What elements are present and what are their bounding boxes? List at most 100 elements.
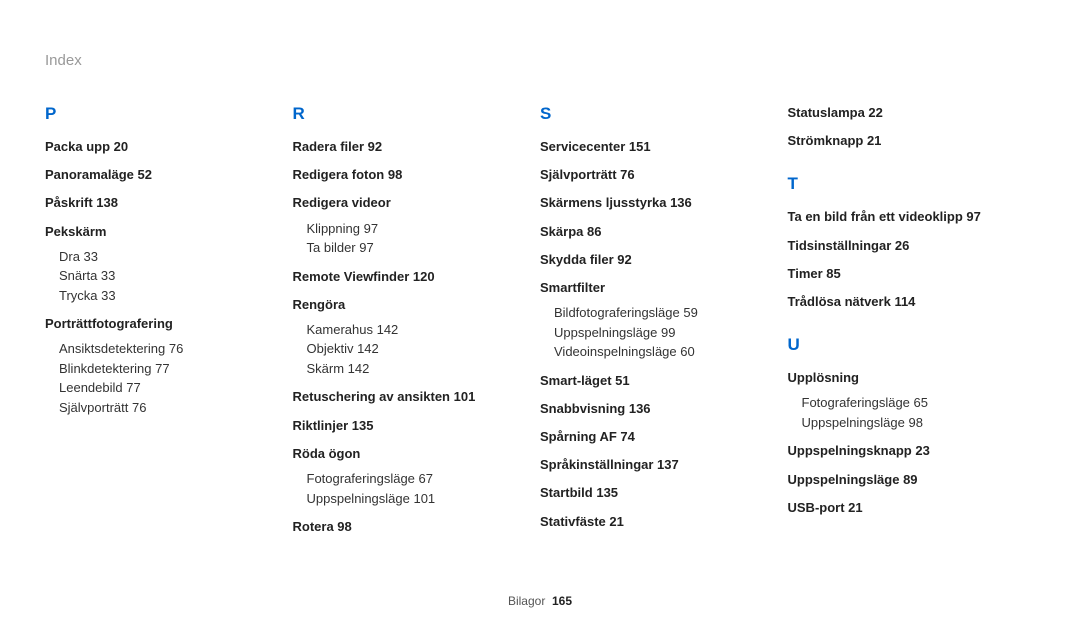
index-entry[interactable]: Rotera 98 [293, 518, 521, 536]
index-entry[interactable]: Smartfilter [540, 279, 768, 297]
index-entry-group: Radera filer 92 [293, 138, 521, 156]
footer-label: Bilagor [508, 594, 545, 608]
index-entry[interactable]: Servicecenter 151 [540, 138, 768, 156]
section-letter: P [45, 104, 273, 124]
index-entry-group: Rengöra Kamerahus 142Objektiv 142Skärm 14… [293, 296, 521, 379]
index-subentry[interactable]: Trycka 33 [59, 286, 273, 306]
index-entry[interactable]: Stativfäste 21 [540, 513, 768, 531]
index-entry[interactable]: Skärmens ljusstyrka 136 [540, 194, 768, 212]
index-entry-group: Uppspelningsknapp 23 [788, 442, 1016, 460]
column-2: R Radera filer 92 Redigera foton 98 Rediger… [293, 104, 541, 546]
index-subentry[interactable]: Klippning 97 [307, 219, 521, 239]
index-entry-group: Ta en bild från ett videoklipp 97 [788, 208, 1016, 226]
index-entry[interactable]: Timer 85 [788, 265, 1016, 283]
index-entry-group: Redigera foton 98 [293, 166, 521, 184]
page-title: Index [45, 52, 82, 69]
index-subentry[interactable]: Fotograferingsläge 65 [802, 393, 1016, 413]
index-entry[interactable]: Trådlösa nätverk 114 [788, 293, 1016, 311]
index-subentry[interactable]: Snärta 33 [59, 266, 273, 286]
index-subentry[interactable]: Uppspelningsläge 99 [554, 323, 768, 343]
index-entry-group: Skärpa 86 [540, 223, 768, 241]
index-entry-group: Självporträtt 76 [540, 166, 768, 184]
index-entry[interactable]: Språkinställningar 137 [540, 456, 768, 474]
index-entry-group: Packa upp 20 [45, 138, 273, 156]
index-entry[interactable]: Remote Viewfinder 120 [293, 268, 521, 286]
index-entry[interactable]: USB-port 21 [788, 499, 1016, 517]
index-entry-group: Skydda filer 92 [540, 251, 768, 269]
index-entry[interactable]: Skärpa 86 [540, 223, 768, 241]
index-entry[interactable]: Redigera videor [293, 194, 521, 212]
index-entry-group: Panoramaläge 52 [45, 166, 273, 184]
index-entry[interactable]: Uppspelningsläge 89 [788, 471, 1016, 489]
index-subentry[interactable]: Ta bilder 97 [307, 238, 521, 258]
index-subentry[interactable]: Kamerahus 142 [307, 320, 521, 340]
index-entry-group: Statuslampa 22 [788, 104, 1016, 122]
index-entry-group: Spårning AF 74 [540, 428, 768, 446]
index-subentry[interactable]: Skärm 142 [307, 359, 521, 379]
index-entry-group: Stativfäste 21 [540, 513, 768, 531]
index-entry-group: Tidsinställningar 26 [788, 237, 1016, 255]
index-entry[interactable]: Riktlinjer 135 [293, 417, 521, 435]
index-columns: P Packa upp 20 Panoramaläge 52 Påskrift 138… [45, 104, 1035, 546]
column-4: Statuslampa 22 Strömknapp 21 T Ta en bild f… [788, 104, 1036, 546]
section-letter: S [540, 104, 768, 124]
index-entry-group: Snabbvisning 136 [540, 400, 768, 418]
index-entry[interactable]: Strömknapp 21 [788, 132, 1016, 150]
index-entry[interactable]: Rengöra [293, 296, 521, 314]
index-entry-group: Redigera videor Klippning 97Ta bilder 97 [293, 194, 521, 257]
index-entry-group: Trådlösa nätverk 114 [788, 293, 1016, 311]
section-letter: R [293, 104, 521, 124]
index-subentry[interactable]: Objektiv 142 [307, 339, 521, 359]
index-entry[interactable]: Röda ögon [293, 445, 521, 463]
index-entry-group: Röda ögon Fotograferingsläge 67Uppspelnin… [293, 445, 521, 508]
index-entry-group: Startbild 135 [540, 484, 768, 502]
section-letter: U [788, 335, 1016, 355]
index-subentry[interactable]: Ansiktsdetektering 76 [59, 339, 273, 359]
index-subentry[interactable]: Blinkdetektering 77 [59, 359, 273, 379]
index-entry-group: Riktlinjer 135 [293, 417, 521, 435]
index-entry[interactable]: Smart-läget 51 [540, 372, 768, 390]
index-entry[interactable]: Skydda filer 92 [540, 251, 768, 269]
index-subentry[interactable]: Fotograferingsläge 67 [307, 469, 521, 489]
index-entry-group: Rotera 98 [293, 518, 521, 536]
index-entry[interactable]: Självporträtt 76 [540, 166, 768, 184]
index-entry[interactable]: Ta en bild från ett videoklipp 97 [788, 208, 1016, 226]
index-entry[interactable]: Startbild 135 [540, 484, 768, 502]
index-entry[interactable]: Uppspelningsknapp 23 [788, 442, 1016, 460]
index-entry-group: Servicecenter 151 [540, 138, 768, 156]
index-subentry[interactable]: Uppspelningsläge 101 [307, 489, 521, 509]
index-entry[interactable]: Påskrift 138 [45, 194, 273, 212]
index-entry[interactable]: Panoramaläge 52 [45, 166, 273, 184]
index-entry-group: Smart-läget 51 [540, 372, 768, 390]
index-entry-group: Porträttfotografering Ansiktsdetektering … [45, 315, 273, 417]
index-entry-group: Timer 85 [788, 265, 1016, 283]
column-1: P Packa upp 20 Panoramaläge 52 Påskrift 138… [45, 104, 293, 546]
index-entry-group: Remote Viewfinder 120 [293, 268, 521, 286]
index-entry[interactable]: Spårning AF 74 [540, 428, 768, 446]
index-entry-group: Påskrift 138 [45, 194, 273, 212]
index-subentry[interactable]: Bildfotograferingsläge 59 [554, 303, 768, 323]
index-entry-group: Upplösning Fotograferingsläge 65Uppspelni… [788, 369, 1016, 432]
index-entry-group: USB-port 21 [788, 499, 1016, 517]
index-entry[interactable]: Tidsinställningar 26 [788, 237, 1016, 255]
index-entry[interactable]: Radera filer 92 [293, 138, 521, 156]
index-entry[interactable]: Packa upp 20 [45, 138, 273, 156]
index-entry[interactable]: Redigera foton 98 [293, 166, 521, 184]
index-entry[interactable]: Porträttfotografering [45, 315, 273, 333]
index-subentry[interactable]: Leendebild 77 [59, 378, 273, 398]
index-entry[interactable]: Upplösning [788, 369, 1016, 387]
footer-page-number: 165 [552, 594, 572, 608]
index-subentry[interactable]: Uppspelningsläge 98 [802, 413, 1016, 433]
index-entry-group: Retuschering av ansikten 101 [293, 388, 521, 406]
index-entry[interactable]: Statuslampa 22 [788, 104, 1016, 122]
index-subentry[interactable]: Självporträtt 76 [59, 398, 273, 418]
index-entry-group: Språkinställningar 137 [540, 456, 768, 474]
index-entry-group: Skärmens ljusstyrka 136 [540, 194, 768, 212]
index-subentry[interactable]: Videoinspelningsläge 60 [554, 342, 768, 362]
index-entry[interactable]: Retuschering av ansikten 101 [293, 388, 521, 406]
index-entry[interactable]: Pekskärm [45, 223, 273, 241]
index-entry[interactable]: Snabbvisning 136 [540, 400, 768, 418]
section-letter: T [788, 174, 1016, 194]
index-subentry[interactable]: Dra 33 [59, 247, 273, 267]
index-entry-group: Uppspelningsläge 89 [788, 471, 1016, 489]
